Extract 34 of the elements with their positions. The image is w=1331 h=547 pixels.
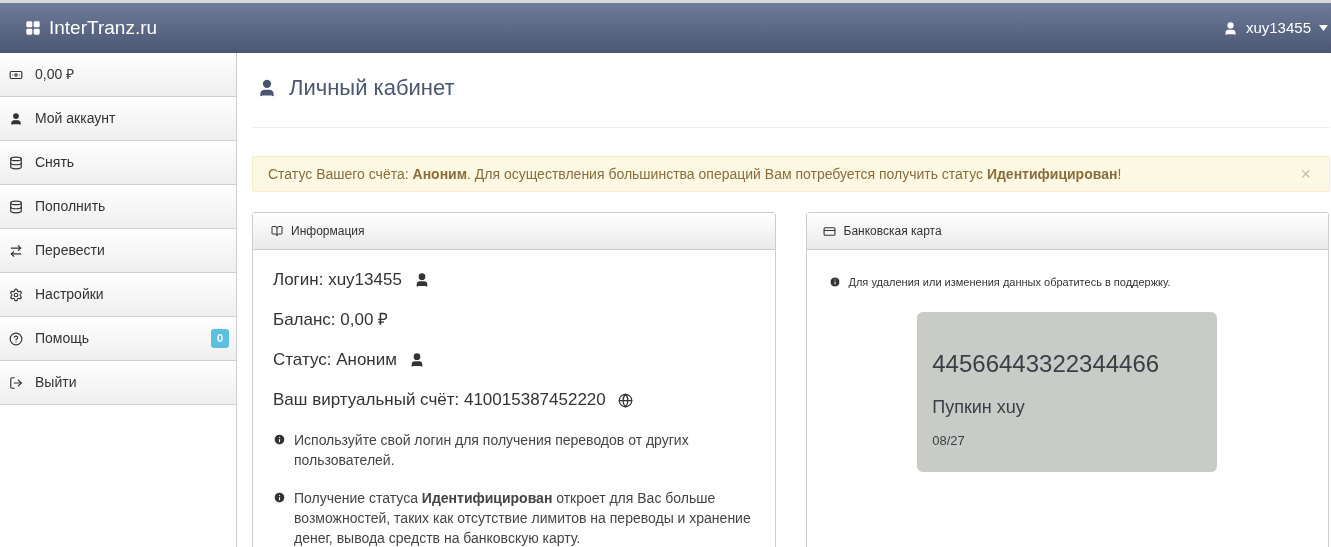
panel-title: Информация: [291, 223, 365, 240]
user-menu-button[interactable]: xuy13455: [1222, 16, 1328, 40]
globe-icon: [617, 392, 633, 408]
brand-link[interactable]: InterTranz.ru: [49, 13, 158, 43]
database-icon: [9, 155, 23, 170]
user-icon: [9, 111, 23, 126]
info-line: Статус: Аноним: [273, 349, 397, 372]
info-icon: [273, 491, 286, 504]
info-note: Используйте свой логин для получения переводов от других пользователей.: [294, 431, 690, 470]
user-icon: [1222, 20, 1238, 36]
grid-icon: [25, 20, 41, 36]
panel-title: Банковская карта: [843, 223, 942, 240]
info-line: Баланс: 0,00 ₽: [273, 309, 389, 332]
count-badge: 0: [210, 329, 229, 348]
settings-icon: [9, 287, 23, 302]
page-title: Личный кабинет: [289, 74, 455, 102]
info-icon: [828, 276, 841, 289]
card-number: 44566443322344466: [932, 348, 1161, 379]
logout-icon: [9, 375, 23, 390]
info-icon: [273, 433, 286, 446]
info-note: Получение статуса Идентифицирован откроет для Вас больше возможностей, таких как отсутствие лимитов на переводы и хранение денег, вывода средств на банковскую карту.: [294, 489, 752, 547]
exchange-icon: [9, 243, 23, 258]
alert-text: Статус Вашего счёта: Аноним. Для осуществления большинства операций Вам потребуется получить статус Идентифицирован!: [268, 164, 1122, 184]
book-icon: [271, 225, 283, 237]
database-icon: [9, 199, 23, 214]
user-icon: [257, 77, 277, 98]
help-icon: [9, 331, 23, 346]
caret-icon: [1319, 25, 1328, 31]
card-holder: Пупкин xuy: [932, 395, 1026, 419]
support-note: Для удаления или изменения данных обратитесь в поддержку.: [848, 275, 1171, 290]
info-line: Логин: xuy13455: [273, 269, 402, 292]
info-line: Ваш виртуальный счёт: 410015387452220: [273, 389, 606, 412]
card-expiry: 08/27: [932, 431, 966, 450]
credit-card-icon: [822, 224, 836, 238]
